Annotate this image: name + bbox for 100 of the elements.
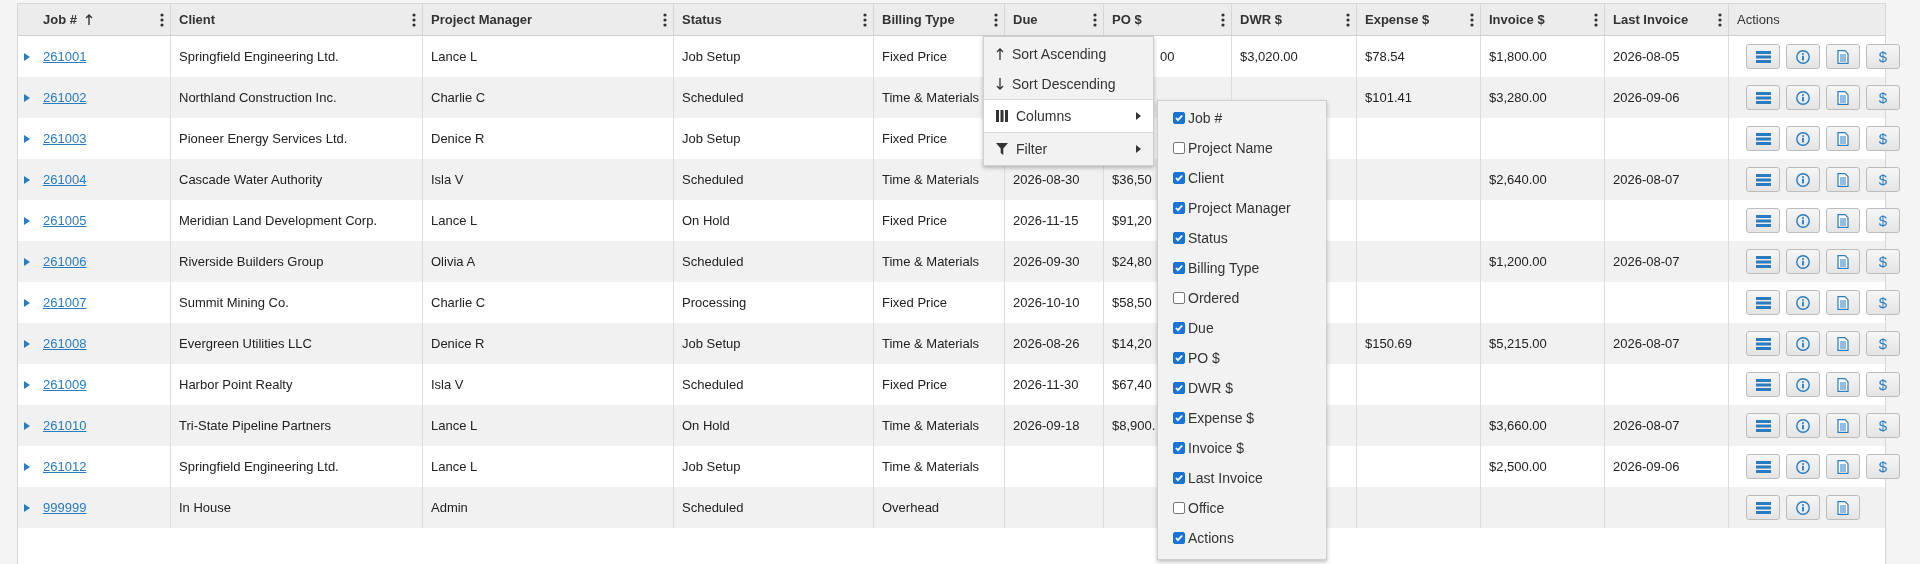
billing-button[interactable]: $: [1866, 44, 1900, 69]
menu-button[interactable]: [1746, 372, 1780, 397]
job-number-link[interactable]: 261008: [43, 336, 87, 351]
column-header[interactable]: Project Manager: [431, 12, 533, 27]
job-number-link[interactable]: 261007: [43, 295, 87, 310]
column-toggle[interactable]: Expense $: [1158, 403, 1326, 433]
column-header[interactable]: Status: [682, 12, 722, 27]
expand-triangle-icon[interactable]: [23, 421, 30, 430]
menu-button[interactable]: [1746, 495, 1780, 520]
expand-triangle-icon[interactable]: [23, 462, 30, 471]
menu-item[interactable]: Sort Descending: [984, 69, 1153, 99]
info-button[interactable]: [1786, 495, 1820, 520]
menu-button[interactable]: [1746, 331, 1780, 356]
column-menu-icon[interactable]: [994, 12, 998, 27]
menu-item[interactable]: Filter: [984, 132, 1153, 165]
billing-button[interactable]: $: [1866, 249, 1900, 274]
menu-button[interactable]: [1746, 85, 1780, 110]
checkbox[interactable]: [1173, 412, 1185, 424]
info-button[interactable]: [1786, 126, 1820, 151]
document-button[interactable]: [1826, 290, 1860, 315]
checkbox[interactable]: [1173, 322, 1185, 334]
info-button[interactable]: [1786, 372, 1820, 397]
menu-button[interactable]: [1746, 44, 1780, 69]
column-menu-icon[interactable]: [1718, 12, 1722, 27]
column-toggle[interactable]: PO $: [1158, 343, 1326, 373]
job-number-link[interactable]: 261006: [43, 254, 87, 269]
expand-triangle-icon[interactable]: [23, 503, 30, 512]
billing-button[interactable]: $: [1866, 372, 1900, 397]
column-header[interactable]: Actions: [1737, 12, 1780, 27]
checkbox[interactable]: [1173, 352, 1185, 364]
column-header[interactable]: Invoice $: [1489, 12, 1545, 27]
billing-button[interactable]: $: [1866, 167, 1900, 192]
document-button[interactable]: [1826, 44, 1860, 69]
document-button[interactable]: [1826, 372, 1860, 397]
column-header[interactable]: Due: [1013, 12, 1038, 27]
column-toggle[interactable]: Project Name: [1158, 133, 1326, 163]
checkbox[interactable]: [1173, 382, 1185, 394]
info-button[interactable]: [1786, 44, 1820, 69]
job-number-link[interactable]: 261010: [43, 418, 87, 433]
column-header[interactable]: Last Invoice: [1613, 12, 1689, 27]
column-menu-icon[interactable]: [1346, 12, 1350, 27]
document-button[interactable]: [1826, 454, 1860, 479]
expand-triangle-icon[interactable]: [23, 380, 30, 389]
checkbox[interactable]: [1173, 472, 1185, 484]
expand-triangle-icon[interactable]: [23, 52, 30, 61]
menu-button[interactable]: [1746, 167, 1780, 192]
info-button[interactable]: [1786, 249, 1820, 274]
expand-triangle-icon[interactable]: [23, 298, 30, 307]
info-button[interactable]: [1786, 208, 1820, 233]
billing-button[interactable]: $: [1866, 290, 1900, 315]
document-button[interactable]: [1826, 495, 1860, 520]
checkbox[interactable]: [1173, 202, 1185, 214]
checkbox[interactable]: [1173, 292, 1185, 304]
column-menu-icon[interactable]: [1093, 12, 1097, 27]
column-header[interactable]: Expense $: [1365, 12, 1430, 27]
checkbox[interactable]: [1173, 232, 1185, 244]
billing-button[interactable]: $: [1866, 331, 1900, 356]
billing-button[interactable]: $: [1866, 85, 1900, 110]
menu-button[interactable]: [1746, 126, 1780, 151]
job-number-link[interactable]: 261012: [43, 459, 87, 474]
job-number-link[interactable]: 261002: [43, 90, 87, 105]
column-menu-icon[interactable]: [1221, 12, 1225, 27]
document-button[interactable]: [1826, 126, 1860, 151]
job-number-link[interactable]: 261003: [43, 131, 87, 146]
menu-item[interactable]: Columns: [984, 99, 1153, 132]
billing-button[interactable]: $: [1866, 413, 1900, 438]
menu-button[interactable]: [1746, 208, 1780, 233]
column-menu-icon[interactable]: [663, 12, 667, 27]
checkbox[interactable]: [1173, 442, 1185, 454]
info-button[interactable]: [1786, 290, 1820, 315]
info-button[interactable]: [1786, 85, 1820, 110]
expand-triangle-icon[interactable]: [23, 175, 30, 184]
column-header[interactable]: Client: [179, 12, 216, 27]
info-button[interactable]: [1786, 331, 1820, 356]
info-button[interactable]: [1786, 413, 1820, 438]
column-menu-icon[interactable]: [412, 12, 416, 27]
column-header[interactable]: Job #: [43, 12, 77, 27]
column-menu-icon[interactable]: [1470, 12, 1474, 27]
column-toggle[interactable]: DWR $: [1158, 373, 1326, 403]
billing-button[interactable]: $: [1866, 126, 1900, 151]
column-header[interactable]: PO $: [1112, 12, 1142, 27]
column-toggle[interactable]: Invoice $: [1158, 433, 1326, 463]
menu-button[interactable]: [1746, 413, 1780, 438]
column-menu-icon[interactable]: [863, 12, 867, 27]
checkbox[interactable]: [1173, 172, 1185, 184]
menu-item[interactable]: Sort Ascending: [984, 39, 1153, 69]
menu-button[interactable]: [1746, 290, 1780, 315]
checkbox[interactable]: [1173, 262, 1185, 274]
job-number-link[interactable]: 999999: [43, 500, 87, 515]
checkbox[interactable]: [1173, 502, 1185, 514]
menu-button[interactable]: [1746, 249, 1780, 274]
checkbox[interactable]: [1173, 142, 1185, 154]
job-number-link[interactable]: 261004: [43, 172, 87, 187]
expand-triangle-icon[interactable]: [23, 93, 30, 102]
column-toggle[interactable]: Actions: [1158, 523, 1326, 553]
expand-triangle-icon[interactable]: [23, 134, 30, 143]
checkbox[interactable]: [1173, 112, 1185, 124]
document-button[interactable]: [1826, 331, 1860, 356]
column-toggle[interactable]: Due: [1158, 313, 1326, 343]
document-button[interactable]: [1826, 249, 1860, 274]
